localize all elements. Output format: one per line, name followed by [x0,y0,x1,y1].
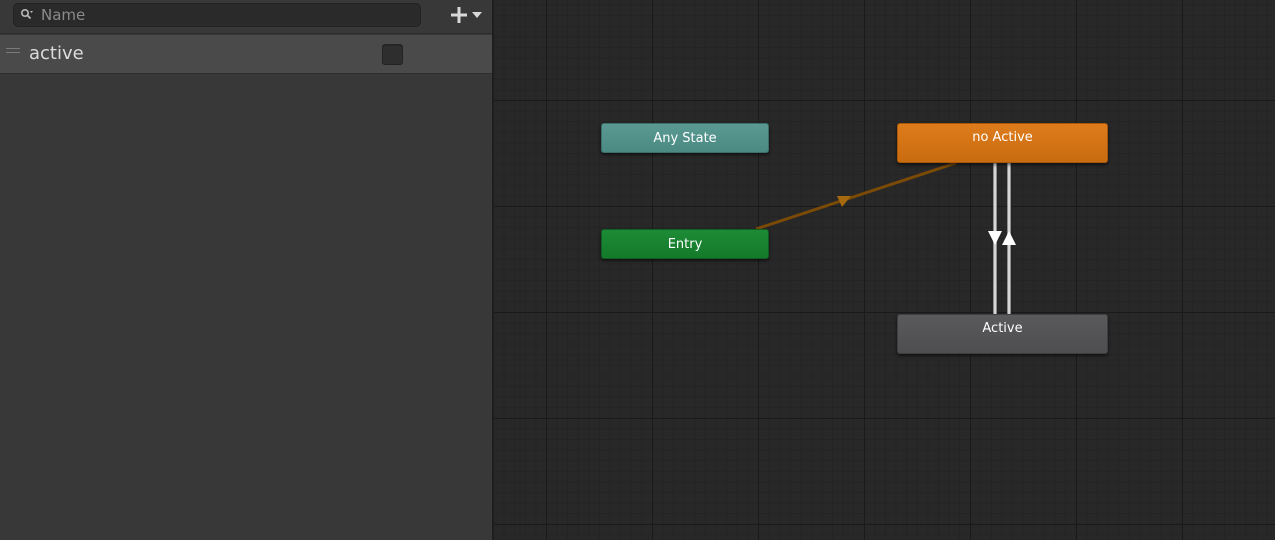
search-icon [20,8,33,20]
state-any-state[interactable]: Any State [601,123,769,153]
parameters-panel: active [0,0,492,540]
add-parameter-button[interactable] [443,3,487,27]
arrow-down-icon [988,231,1002,245]
state-no-active[interactable]: no Active [897,123,1108,163]
drag-handle-icon[interactable] [6,48,20,55]
search-input[interactable] [41,4,416,26]
parameter-row[interactable]: active [0,35,492,74]
plus-icon [450,7,467,23]
state-active[interactable]: Active [897,314,1108,354]
parameters-toolbar [0,0,492,31]
animator-window: active Any State Entry no Active Active [0,0,1275,540]
search-field[interactable] [13,3,421,27]
triangle-down-icon [471,12,482,18]
state-entry[interactable]: Entry [601,229,769,259]
parameter-bool-checkbox[interactable] [382,44,403,65]
transition-entry-to-no-active[interactable] [755,161,957,231]
state-machine-graph[interactable]: Any State Entry no Active Active [494,0,1275,540]
parameter-name[interactable]: active [29,43,84,64]
toolbar-divider [0,33,492,34]
transitions-layer [755,161,1016,314]
arrow-up-icon [1002,231,1016,245]
